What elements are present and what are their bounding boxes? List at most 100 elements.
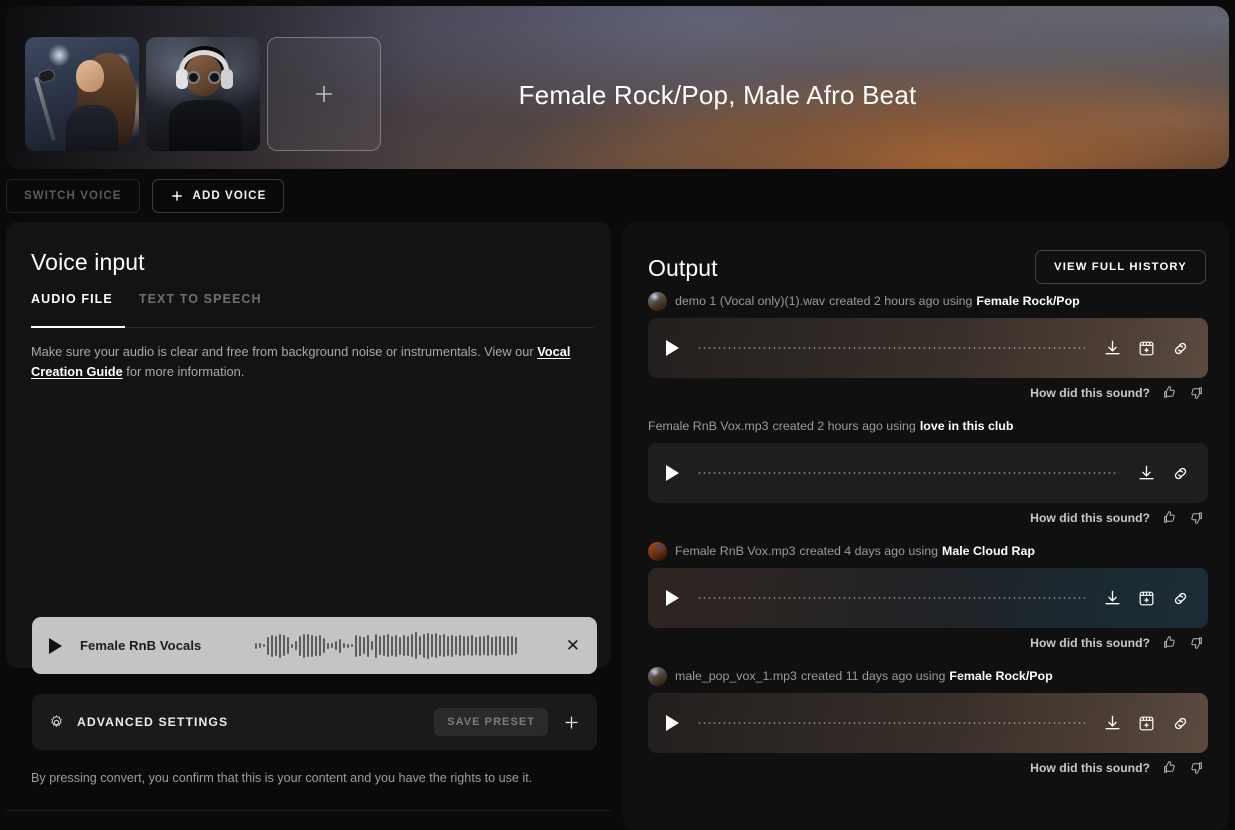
page-title: Female Rock/Pop, Male Afro Beat: [518, 80, 917, 110]
remove-audio-icon[interactable]: ✕: [566, 637, 580, 654]
waveform-bar: [359, 635, 361, 656]
playback-progress-track[interactable]: [697, 597, 1085, 599]
waveform-bar: [307, 634, 309, 657]
thumbs-down-button[interactable]: [1189, 385, 1204, 400]
playback-progress-track[interactable]: [697, 722, 1085, 724]
view-full-history-button[interactable]: VIEW FULL HISTORY: [1035, 250, 1206, 284]
waveform-bar: [495, 635, 497, 656]
waveform-bar: [263, 644, 265, 647]
add-voice-button[interactable]: ADD VOICE: [151, 179, 285, 213]
playback-progress-track[interactable]: [697, 472, 1119, 474]
waveform-bar: [299, 635, 301, 656]
stem-split-icon: [1139, 341, 1154, 355]
waveform-bar: [439, 635, 441, 656]
waveform-bar: [479, 635, 481, 656]
link-icon: [1174, 467, 1187, 479]
thumbs-down-icon: [1191, 762, 1202, 774]
helper-text-after: for more information.: [122, 363, 245, 379]
feedback-prompt: How did this sound?: [1030, 635, 1150, 650]
output-item-meta: demo 1 (Vocal only)(1).wav created 2 hou…: [648, 290, 1208, 312]
waveform-bar: [379, 636, 381, 655]
thumbs-up-button[interactable]: [1162, 635, 1177, 650]
waveform-bar: [467, 636, 469, 655]
advanced-settings-label: ADVANCED SETTINGS: [77, 715, 229, 729]
tab-audio-file[interactable]: AUDIO FILE: [31, 292, 113, 320]
waveform-bar: [447, 635, 449, 656]
output-item: Female RnB Vox.mp3 created 2 hours ago u…: [648, 415, 1208, 525]
save-preset-button[interactable]: SAVE PRESET: [434, 708, 548, 736]
avatar: [648, 666, 667, 686]
waveform-bar: [423, 633, 425, 658]
play-icon[interactable]: [666, 465, 679, 481]
waveform-bar: [431, 634, 433, 657]
feedback-prompt: How did this sound?: [1030, 760, 1150, 775]
thumbs-down-button[interactable]: [1189, 635, 1204, 650]
audio-helper-text: Make sure your audio is clear and free f…: [31, 342, 591, 382]
output-item: demo 1 (Vocal only)(1).wav created 2 hou…: [648, 290, 1208, 400]
advanced-settings-row[interactable]: ADVANCED SETTINGS SAVE PRESET: [32, 694, 597, 750]
waveform-bar: [463, 635, 465, 656]
waveform-bar: [415, 632, 417, 659]
download-icon: [1105, 590, 1120, 604]
waveform-bar: [487, 635, 489, 656]
waveform-bar: [283, 635, 285, 656]
voice-action-row: SWITCH VOICE ADD VOICE: [6, 179, 285, 213]
play-icon[interactable]: [666, 340, 679, 356]
waveform-bar: [503, 636, 505, 655]
download-icon: [1105, 715, 1120, 729]
output-panel: Output VIEW FULL HISTORY demo 1 (Vocal o…: [623, 222, 1229, 830]
output-voice-name: Male Cloud Rap: [942, 544, 1035, 558]
output-audio-player: [648, 568, 1208, 628]
output-item: Female RnB Vox.mp3 created 4 days ago us…: [648, 540, 1208, 650]
waveform-bar: [287, 637, 289, 654]
helper-text-before: Make sure your audio is clear and free f…: [31, 344, 538, 359]
waveform-bar: [515, 637, 517, 654]
waveform-bar: [367, 634, 369, 657]
waveform-bar: [315, 635, 317, 656]
waveform-bar: [511, 636, 513, 655]
avatar: [648, 541, 667, 561]
play-icon[interactable]: [49, 637, 62, 654]
thumbs-down-button[interactable]: [1189, 760, 1204, 775]
thumbs-up-button[interactable]: [1162, 760, 1177, 775]
voice-input-panel: Voice input AUDIO FILE TEXT TO SPEECH Ma…: [6, 222, 611, 811]
output-feedback-row: How did this sound?: [648, 760, 1208, 775]
thumbs-down-icon: [1191, 637, 1202, 649]
output-feedback-row: How did this sound?: [648, 510, 1208, 525]
expand-advanced-settings-icon[interactable]: [562, 713, 581, 732]
waveform-bar: [267, 636, 269, 655]
waveform-bar: [347, 643, 349, 648]
output-voice-name: Female Rock/Pop: [976, 294, 1080, 308]
output-voice-name: love in this club: [919, 419, 1014, 433]
output-feedback-row: How did this sound?: [648, 385, 1208, 400]
output-created-text: created 2 hours ago using: [829, 294, 973, 308]
stem-split-icon: [1139, 716, 1154, 730]
playback-progress-track[interactable]: [697, 347, 1085, 349]
link-icon: [1174, 342, 1187, 354]
switch-voice-label: SWITCH VOICE: [24, 190, 122, 202]
output-created-text: created 2 hours ago using: [772, 419, 916, 433]
panel-footer-divider: [6, 810, 611, 811]
link-icon: [1174, 592, 1187, 604]
play-icon[interactable]: [666, 715, 679, 731]
thumbs-up-button[interactable]: [1162, 385, 1177, 400]
waveform-bar: [435, 633, 437, 658]
tab-text-to-speech[interactable]: TEXT TO SPEECH: [139, 292, 262, 320]
waveform-bar: [427, 632, 429, 659]
thumbs-down-button[interactable]: [1189, 510, 1204, 525]
play-icon[interactable]: [666, 590, 679, 606]
waveform-bar: [295, 641, 297, 650]
waveform-bar: [391, 635, 393, 656]
output-player-actions: [1103, 589, 1190, 608]
waveform-bar: [331, 643, 333, 648]
switch-voice-button[interactable]: SWITCH VOICE: [6, 179, 140, 213]
waveform-bar: [455, 636, 457, 655]
waveform-bar: [327, 642, 329, 649]
output-created-text: created 11 days ago using: [800, 669, 946, 683]
plus-icon: [565, 716, 578, 728]
thumbs-up-button[interactable]: [1162, 510, 1177, 525]
feedback-prompt: How did this sound?: [1030, 510, 1150, 525]
waveform-bar: [271, 634, 273, 657]
waveform-bar: [471, 635, 473, 656]
voice-conversion-app: Female Rock/Pop, Male Afro Beat SWITCH V…: [0, 0, 1235, 830]
